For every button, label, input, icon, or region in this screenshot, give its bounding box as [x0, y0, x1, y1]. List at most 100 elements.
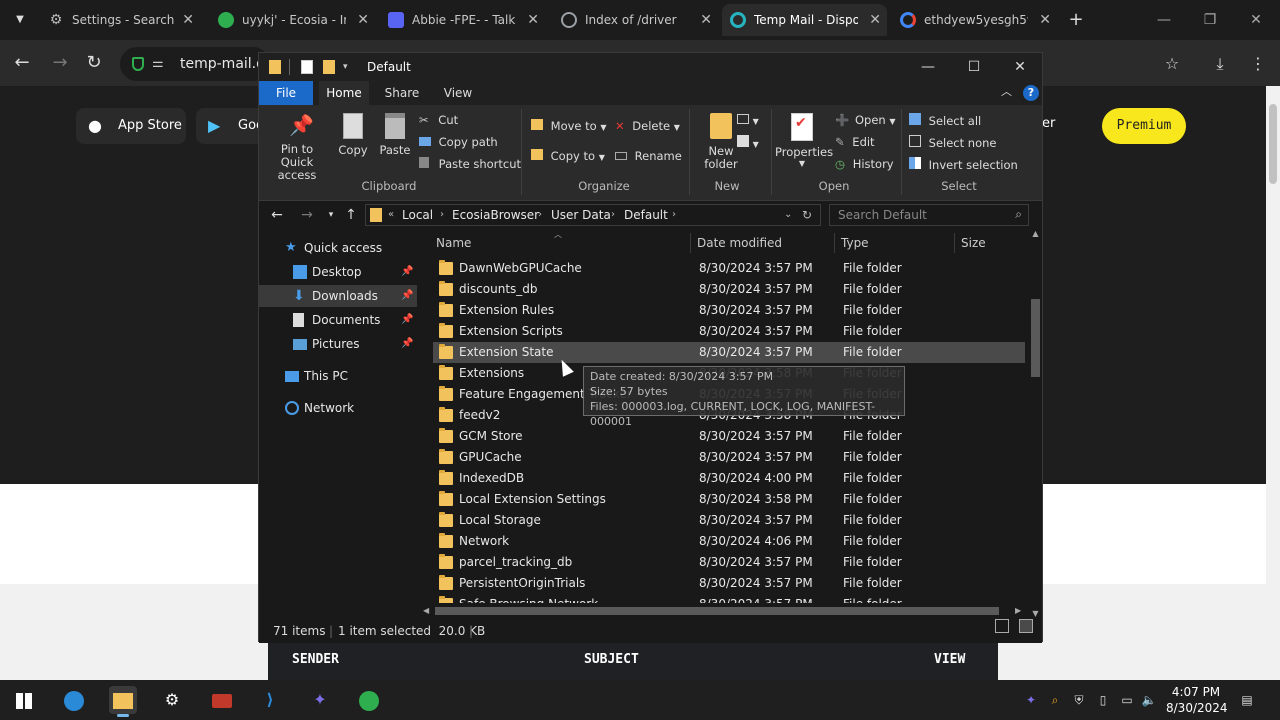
download-icon[interactable]: ⤓ [1208, 52, 1232, 76]
tray-app-icon[interactable]: ✦ [1022, 690, 1040, 710]
cut-button[interactable]: ✂ Cut [419, 113, 458, 127]
scroll-up-icon[interactable]: ▲ [1029, 229, 1042, 238]
chevron-right-icon[interactable]: › [611, 205, 615, 225]
column-divider[interactable] [690, 233, 691, 253]
file-row[interactable]: Network 8/30/2024 4:06 PM File folder [433, 531, 1025, 552]
properties-quick-icon[interactable] [301, 60, 313, 74]
system-clock[interactable]: 4:07 PM 8/30/2024 [1166, 684, 1228, 716]
close-icon[interactable]: ✕ [1039, 4, 1051, 36]
close-button[interactable]: ✕ [1240, 8, 1272, 32]
site-settings-icon[interactable]: ⚌ [152, 47, 164, 81]
forward-arrow-icon[interactable]: → [297, 204, 317, 226]
tab-home[interactable]: Home [319, 81, 369, 105]
file-list-scrollbar[interactable]: ▲ ▼ [1029, 229, 1042, 619]
minimize-button[interactable]: — [1148, 8, 1180, 32]
overflow-chevron-icon[interactable]: « [388, 205, 394, 225]
column-type[interactable]: Type [841, 229, 869, 257]
pin-icon[interactable]: 📌 [401, 261, 413, 283]
pin-quick-access-button[interactable]: 📌 Pin to Quick access [265, 113, 329, 182]
minimize-button[interactable]: — [905, 53, 951, 81]
search-icon[interactable]: ⌕ [1046, 690, 1064, 710]
bookmark-star-icon[interactable]: ☆ [1160, 52, 1184, 76]
select-all-button[interactable]: Select all [909, 113, 981, 128]
tab-temp-mail[interactable]: Temp Mail - Dispo ✕ [722, 4, 887, 36]
breadcrumb-user-data[interactable]: User Data [551, 205, 611, 225]
nav-quick-access[interactable]: ★ Quick access [259, 237, 417, 259]
tab-google[interactable]: ethdyew5yesgh5w ✕ [892, 4, 1057, 36]
ecosia-taskbar-icon[interactable] [355, 686, 383, 714]
column-name[interactable]: Name [436, 229, 471, 257]
file-row[interactable]: DawnWebGPUCache 8/30/2024 3:57 PM File fol… [433, 258, 1025, 279]
close-button[interactable]: ✕ [997, 53, 1043, 81]
vscode-taskbar-icon[interactable]: ⟩ [256, 686, 284, 714]
recent-locations-icon[interactable]: ▾ [321, 204, 341, 226]
nav-documents[interactable]: Documents 📌 [259, 309, 417, 331]
scroll-down-icon[interactable]: ▼ [1029, 609, 1042, 618]
chevron-right-icon[interactable]: › [672, 205, 676, 225]
browser-menu-icon[interactable]: ⋮ [1246, 52, 1270, 76]
address-bar[interactable]: ⚌ temp-mail.o [120, 47, 270, 81]
help-icon[interactable]: ? [1023, 85, 1039, 101]
back-arrow-icon[interactable]: ← [267, 204, 287, 226]
close-icon[interactable]: ✕ [182, 4, 194, 36]
page-scrollbar[interactable] [1266, 86, 1280, 680]
start-button[interactable] [10, 686, 38, 714]
pin-icon[interactable]: 📌 [401, 285, 413, 307]
new-folder-quick-icon[interactable] [323, 60, 335, 74]
search-input[interactable] [830, 205, 1006, 225]
scroll-thumb[interactable] [435, 607, 999, 615]
scroll-thumb[interactable] [1031, 299, 1040, 377]
file-row[interactable]: Local Extension Settings 8/30/2024 3:58 P… [433, 489, 1025, 510]
network-icon[interactable]: ▭ [1118, 690, 1136, 710]
forward-button[interactable]: → [48, 52, 72, 76]
file-row[interactable]: Local Storage 8/30/2024 3:57 PM File folde… [433, 510, 1025, 531]
file-explorer-taskbar-icon[interactable] [109, 686, 137, 717]
properties-button[interactable]: ✔ Properties ▼ [775, 113, 833, 168]
maximize-button[interactable]: ❐ [1194, 8, 1226, 32]
nav-this-pc[interactable]: This PC [259, 365, 417, 387]
close-icon[interactable]: ✕ [357, 4, 369, 36]
file-row[interactable]: Extension Rules 8/30/2024 3:57 PM File fol… [433, 300, 1025, 321]
copy-to-button[interactable]: Copy to ▼ [531, 149, 605, 163]
chevron-right-icon[interactable]: › [538, 205, 542, 225]
battery-icon[interactable]: ▯ [1094, 690, 1112, 710]
volume-icon[interactable]: 🔈 [1140, 690, 1158, 710]
path-bar[interactable]: « Local › EcosiaBrowser › User Data › De… [365, 204, 821, 226]
horizontal-scrollbar[interactable]: ◀ ▶ [419, 603, 1029, 619]
large-icons-view-icon[interactable] [1019, 619, 1033, 633]
app-taskbar-icon[interactable]: ✦ [306, 686, 334, 714]
file-row[interactable]: Extension Scripts 8/30/2024 3:57 PM File f… [433, 321, 1025, 342]
premium-button[interactable]: Premium [1102, 108, 1186, 144]
file-row[interactable]: GPUCache 8/30/2024 3:57 PM File folder [433, 447, 1025, 468]
file-row[interactable]: Extension State 8/30/2024 3:57 PM File fol… [433, 342, 1025, 363]
paste-shortcut-button[interactable]: Paste shortcut [419, 157, 521, 171]
nav-pictures[interactable]: Pictures 📌 [259, 333, 417, 355]
copy-path-button[interactable]: Copy path [419, 135, 498, 149]
customize-toolbar-icon[interactable]: ▾ [343, 53, 348, 81]
tab-settings[interactable]: ⚙ Settings - Search e ✕ [40, 4, 200, 36]
column-date-modified[interactable]: Date modified [697, 229, 782, 257]
tab-ecosia[interactable]: uyykj' - Ecosia - Im ✕ [210, 4, 375, 36]
tab-index-driver[interactable]: Index of /driver ✕ [553, 4, 718, 36]
nav-desktop[interactable]: Desktop 📌 [259, 261, 417, 283]
breadcrumb-ecosiabrowser[interactable]: EcosiaBrowser [452, 205, 539, 225]
chevron-down-icon[interactable]: ⌄ [784, 205, 792, 225]
notifications-icon[interactable]: ▤ [1238, 690, 1256, 710]
nav-downloads[interactable]: ⬇ Downloads 📌 [259, 285, 417, 307]
maximize-button[interactable]: ☐ [951, 53, 997, 81]
tab-file[interactable]: File [259, 81, 313, 105]
media-taskbar-icon[interactable] [208, 686, 236, 714]
new-item-button[interactable]: ▼ [737, 113, 759, 127]
copy-button[interactable]: Copy [335, 113, 371, 157]
close-icon[interactable]: ✕ [700, 4, 712, 36]
close-icon[interactable]: ✕ [527, 4, 539, 36]
pin-icon[interactable]: 📌 [401, 333, 413, 355]
file-row[interactable]: IndexedDB 8/30/2024 4:00 PM File folder [433, 468, 1025, 489]
easy-access-button[interactable]: ▼ [737, 135, 759, 150]
scroll-left-icon[interactable]: ◀ [423, 603, 429, 619]
nav-network[interactable]: Network [259, 397, 417, 419]
collapse-ribbon-icon[interactable]: ︿ [1001, 83, 1012, 99]
search-box[interactable]: ⌕ [829, 204, 1029, 226]
file-row[interactable]: parcel_tracking_db 8/30/2024 3:57 PM File … [433, 552, 1025, 573]
new-tab-button[interactable]: + [1064, 8, 1088, 32]
